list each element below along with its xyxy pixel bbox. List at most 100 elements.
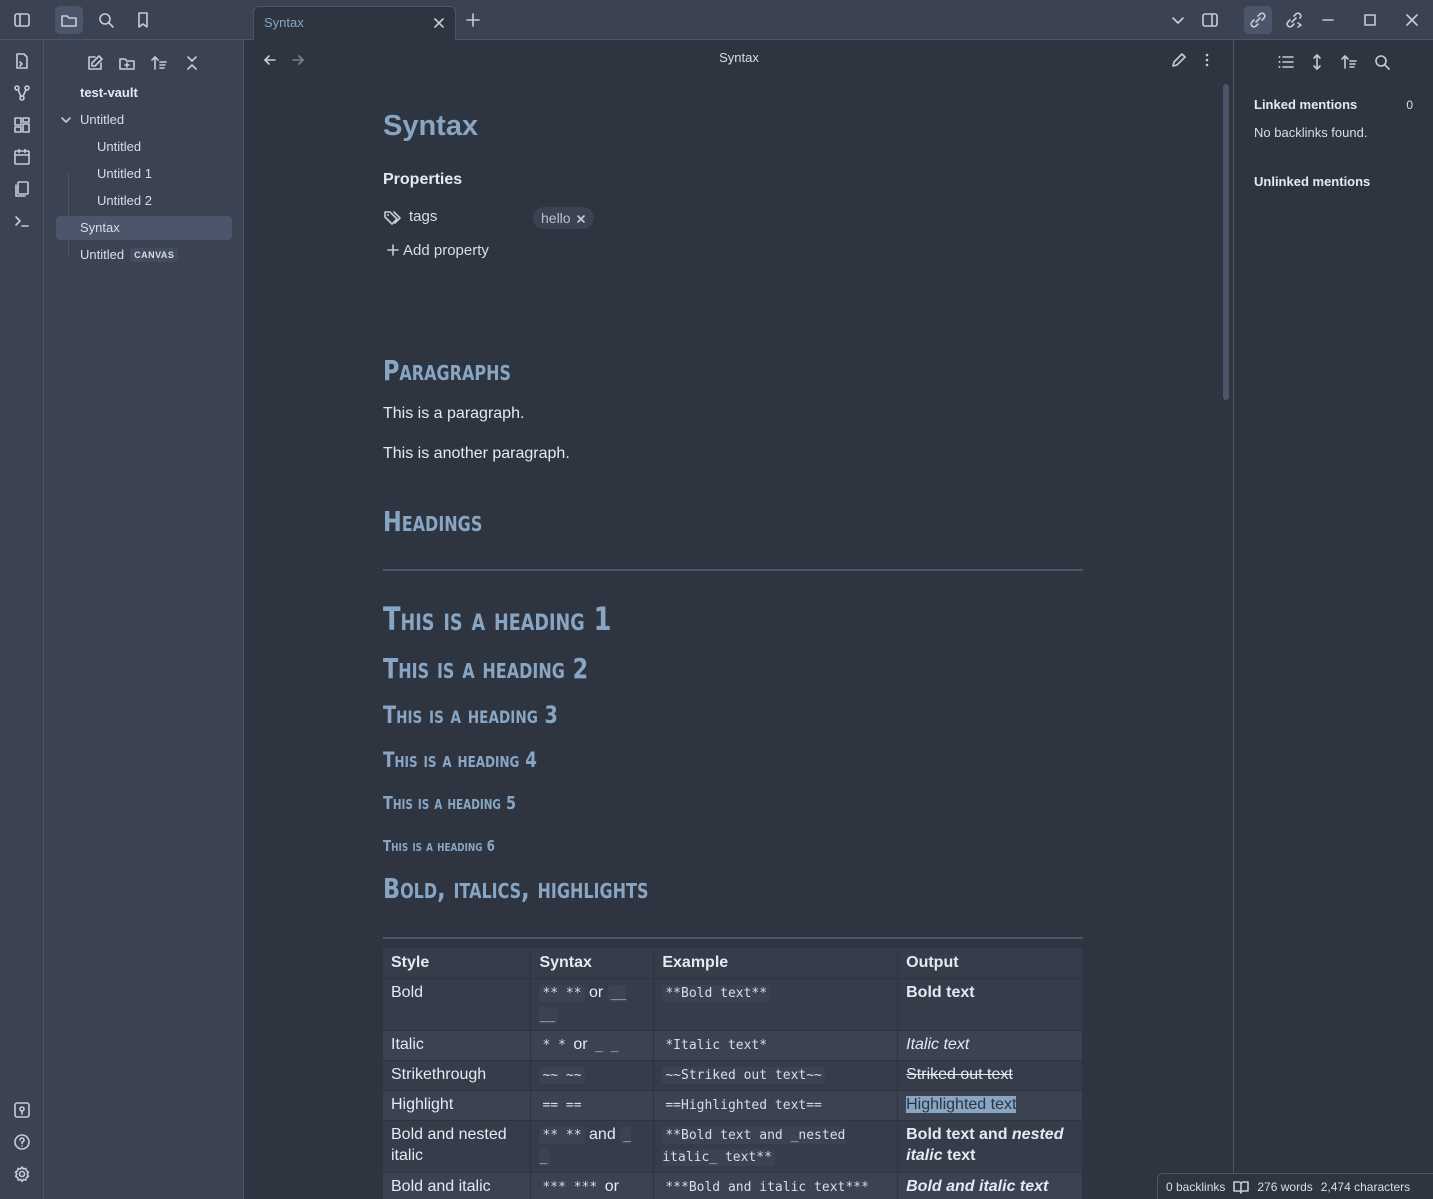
linked-mentions-heading[interactable]: Linked mentions <box>1254 97 1357 112</box>
split-view-icon[interactable] <box>1196 6 1224 34</box>
table-cell[interactable]: **Bold text and _nested italic_ text** <box>653 1119 899 1172</box>
add-property-label: Add property <box>403 242 489 259</box>
table-cell[interactable]: *** *** or <box>530 1171 655 1199</box>
file-explorer: test-vault Untitled Untitled Untitled 1 … <box>44 40 244 1199</box>
title-bar: Syntax <box>0 0 1433 41</box>
properties-heading[interactable]: Properties <box>383 171 462 189</box>
table-cell[interactable]: == == <box>530 1089 655 1120</box>
sort-icon[interactable] <box>148 52 170 74</box>
vault-name[interactable]: test-vault <box>80 81 138 105</box>
status-backlinks[interactable]: 0 backlinks <box>1166 1180 1225 1194</box>
table-cell[interactable]: Italic <box>383 1029 532 1060</box>
graph-view-icon[interactable] <box>11 82 33 104</box>
table-cell[interactable]: ** ** or __ __ <box>530 977 655 1030</box>
table-cell[interactable]: Bold text <box>897 977 1083 1030</box>
property-key[interactable]: tags <box>409 208 437 225</box>
table-cell[interactable]: Bold and italic text <box>897 1171 1083 1199</box>
outgoing-links-icon[interactable] <box>1280 6 1308 34</box>
tab-close-icon[interactable] <box>433 17 445 29</box>
table-cell[interactable]: ** ** and _ _ <box>530 1119 655 1172</box>
file-untitled-1[interactable]: Untitled 1 <box>97 162 152 186</box>
templates-icon[interactable] <box>11 178 33 200</box>
table-cell[interactable]: ==Highlighted text== <box>653 1089 899 1120</box>
minimize-icon[interactable] <box>1314 6 1342 34</box>
sort-icon[interactable] <box>1338 51 1360 73</box>
table-header[interactable]: Syntax <box>530 948 655 978</box>
table-cell[interactable]: Bold text and nested italic text <box>897 1119 1083 1172</box>
close-icon[interactable] <box>1398 6 1426 34</box>
table-cell[interactable]: Highlighted text <box>897 1089 1083 1120</box>
paragraph-1: This is a paragraph. <box>383 405 525 422</box>
heading-headings: Headings <box>383 505 483 538</box>
command-palette-icon[interactable] <box>11 210 33 232</box>
canvas-badge: CANVAS <box>130 248 179 262</box>
new-note-icon[interactable] <box>84 52 106 74</box>
file-untitled-canvas[interactable]: Untitled CANVAS <box>80 243 179 267</box>
table-cell[interactable]: Striked out text <box>897 1059 1083 1090</box>
inline-code: ==Highlighted text== <box>662 1096 825 1114</box>
tab-syntax[interactable]: Syntax <box>253 6 456 41</box>
table-header[interactable]: Style <box>383 948 532 978</box>
new-tab-icon[interactable] <box>459 6 487 34</box>
table-header[interactable]: Example <box>653 948 899 978</box>
table-header-row: Style Syntax Example Output <box>383 948 1083 978</box>
file-untitled-2[interactable]: Untitled 2 <box>97 189 152 213</box>
file-syntax[interactable]: Syntax <box>56 216 232 240</box>
status-character-count[interactable]: 2,474 characters <box>1321 1180 1410 1194</box>
status-word-count[interactable]: 276 words <box>1257 1180 1312 1194</box>
table-cell[interactable]: ~~Striked out text~~ <box>653 1059 899 1090</box>
canvas-icon[interactable] <box>11 114 33 136</box>
collapse-all-icon[interactable] <box>181 52 203 74</box>
note-title[interactable]: Syntax <box>383 110 478 143</box>
table-cell[interactable]: Strikethrough <box>383 1059 532 1090</box>
more-options-icon[interactable] <box>1196 49 1218 71</box>
vault-switch-icon[interactable] <box>11 1099 33 1121</box>
table-cell[interactable]: *Italic text* <box>653 1029 899 1060</box>
bookmark-icon[interactable] <box>129 6 157 34</box>
remove-tag-icon[interactable] <box>576 214 586 224</box>
file-untitled[interactable]: Untitled <box>97 135 141 159</box>
table-header[interactable]: Output <box>897 948 1083 978</box>
table-cell[interactable]: * * or _ _ <box>530 1029 655 1060</box>
settings-icon[interactable] <box>11 1163 33 1185</box>
table-row: Italic * * or _ _ *Italic text* Italic t… <box>383 1029 1083 1060</box>
daily-note-icon[interactable] <box>11 146 33 168</box>
table-cell[interactable]: Bold and nested italic <box>383 1119 532 1172</box>
tag-pill[interactable]: hello <box>533 207 595 229</box>
table-cell[interactable]: Bold and italic <box>383 1171 532 1199</box>
view-header: Syntax <box>245 40 1233 78</box>
search-icon[interactable] <box>1371 51 1393 73</box>
add-property-button[interactable]: Add property <box>387 242 489 259</box>
list-icon[interactable] <box>1275 51 1297 73</box>
inline-code: ***Bold and italic text*** <box>662 1178 872 1196</box>
heading-3: This is a heading 3 <box>383 701 558 729</box>
edit-pencil-icon[interactable] <box>1168 49 1190 71</box>
table-cell[interactable]: Highlight <box>383 1089 532 1120</box>
open-quick-switcher-icon[interactable] <box>11 50 33 72</box>
folder-label: Untitled <box>80 112 125 127</box>
sidebar-toggle-icon[interactable] <box>8 6 36 34</box>
divider <box>383 937 1083 939</box>
chevron-down-icon[interactable] <box>1164 6 1192 34</box>
unlinked-mentions-heading[interactable]: Unlinked mentions <box>1254 174 1370 189</box>
tab-label: Syntax <box>264 15 304 30</box>
folder-untitled[interactable]: Untitled <box>60 108 232 132</box>
table-cell[interactable]: ***Bold and italic text*** <box>653 1171 899 1199</box>
chevron-down-icon[interactable] <box>60 114 72 126</box>
expand-vertical-icon[interactable] <box>1306 51 1328 73</box>
backlinks-icon[interactable] <box>1244 6 1272 34</box>
search-icon[interactable] <box>92 6 120 34</box>
help-icon[interactable] <box>11 1131 33 1153</box>
table-cell[interactable]: **Bold text** <box>653 977 899 1030</box>
new-folder-icon[interactable] <box>116 52 138 74</box>
inline-code: ~~ ~~ <box>539 1066 585 1084</box>
reading-mode-icon[interactable] <box>1233 1180 1250 1194</box>
table-cell[interactable]: Italic text <box>897 1029 1083 1060</box>
scrollbar[interactable] <box>1223 84 1229 400</box>
maximize-icon[interactable] <box>1356 6 1384 34</box>
heading-bold-italics-highlights: Bold, italics, highlights <box>383 872 649 905</box>
folder-icon[interactable] <box>55 6 83 34</box>
table-cell[interactable]: Bold <box>383 977 532 1030</box>
table-cell[interactable]: ~~ ~~ <box>530 1059 655 1090</box>
inline-code: == == <box>539 1096 585 1114</box>
